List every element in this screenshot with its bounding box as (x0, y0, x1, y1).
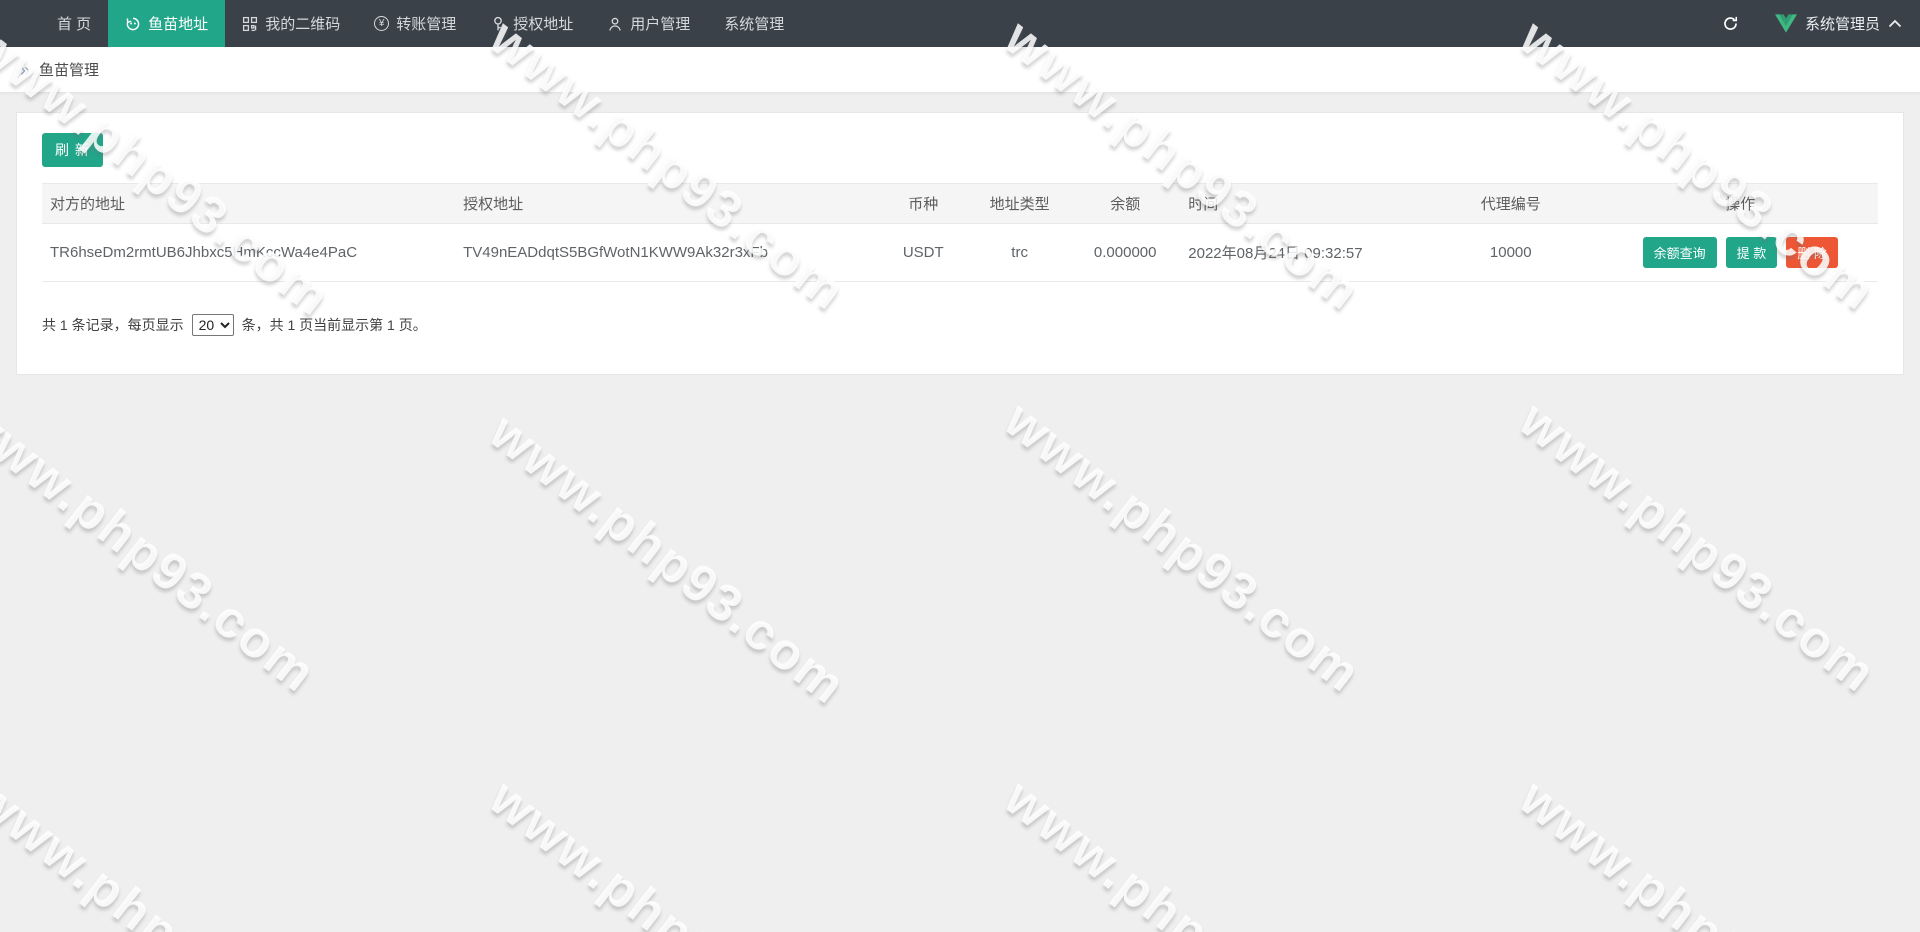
breadcrumb-arrow-icon: » (20, 61, 30, 79)
watermark: www.php93.com (0, 390, 327, 705)
withdraw-button[interactable]: 提 款 (1726, 237, 1778, 268)
user-name: 系统管理员 (1805, 13, 1880, 34)
content-card: 刷 新 对方的地址 授权地址 币种 地址类型 余额 时间 代理编号 操作 TR6… (16, 112, 1904, 375)
watermark: www.php93.com (993, 768, 1372, 932)
delete-button[interactable]: 删 除 (1786, 237, 1838, 268)
page-size-select[interactable]: 20 (192, 314, 234, 336)
watermark: www.php93.com (993, 390, 1372, 705)
col-header-agent-no: 代理编号 (1419, 184, 1603, 224)
col-header-actions: 操作 (1603, 184, 1878, 224)
user-menu[interactable]: 系统管理员 (1775, 13, 1902, 34)
watermark: www.php93.com (1508, 768, 1887, 932)
breadcrumb: » 鱼苗管理 (0, 47, 1920, 93)
qrcode-icon (242, 16, 258, 32)
watermark: www.php93.com (1508, 390, 1887, 705)
balance-query-button[interactable]: 余额查询 (1643, 237, 1717, 268)
col-header-time: 时间 (1180, 184, 1419, 224)
col-header-auth-address: 授权地址 (455, 184, 877, 224)
watermark: www.php93.com (478, 768, 857, 932)
cell-peer-address: TR6hseDm2rmtUB6Jhbxc5HmKccWa4e4PaC (42, 224, 455, 282)
row-actions: 余额查询 提 款 删 除 (1611, 237, 1870, 268)
refresh-icon[interactable] (1708, 0, 1753, 47)
nav-item-label: 用户管理 (630, 13, 690, 34)
refresh-button[interactable]: 刷 新 (42, 133, 103, 167)
nav-item-label: 鱼苗地址 (148, 13, 208, 34)
v-logo-icon (1775, 14, 1797, 33)
nav-item-home[interactable]: 首 页 (40, 0, 108, 47)
nav-item-fish-address[interactable]: 鱼苗地址 (108, 0, 225, 47)
pagination-prefix: 共 1 条记录，每页显示 (42, 315, 184, 335)
yen-icon: ¥ (374, 16, 389, 31)
cell-address-type: trc (969, 224, 1070, 282)
nav-item-label: 我的二维码 (265, 13, 340, 34)
nav-item-label: 首 页 (57, 13, 91, 34)
col-header-peer-address: 对方的地址 (42, 184, 455, 224)
cell-auth-address: TV49nEADdqtS5BGfWotN1KWW9Ak32r3xFb (455, 224, 877, 282)
address-table: 对方的地址 授权地址 币种 地址类型 余额 时间 代理编号 操作 TR6hseD… (42, 183, 1878, 282)
key-icon (490, 16, 506, 32)
nav-item-label: 授权地址 (513, 13, 573, 34)
nav-item-system-mgmt[interactable]: 系统管理 (707, 0, 801, 47)
cell-agent-no: 10000 (1419, 224, 1603, 282)
fish-address-icon (125, 16, 141, 32)
col-header-balance: 余额 (1070, 184, 1180, 224)
watermark: www.php93.com (478, 402, 857, 717)
cell-time: 2022年08月24日 09:32:57 (1180, 224, 1419, 282)
nav-right-area: 系统管理员 (1708, 0, 1920, 47)
col-header-currency: 币种 (877, 184, 969, 224)
pagination-suffix: 条，共 1 页当前显示第 1 页。 (242, 315, 427, 335)
table-header-row: 对方的地址 授权地址 币种 地址类型 余额 时间 代理编号 操作 (42, 184, 1878, 224)
user-icon (607, 16, 623, 32)
nav-item-auth-address[interactable]: 授权地址 (473, 0, 590, 47)
pagination: 共 1 条记录，每页显示 20 条，共 1 页当前显示第 1 页。 (42, 314, 1878, 336)
col-header-address-type: 地址类型 (969, 184, 1070, 224)
nav-item-my-qrcode[interactable]: 我的二维码 (225, 0, 357, 47)
nav-item-label: 系统管理 (724, 13, 784, 34)
cell-currency: USDT (877, 224, 969, 282)
nav-item-user-mgmt[interactable]: 用户管理 (590, 0, 707, 47)
chevron-up-icon (1888, 19, 1902, 28)
nav-item-transfer-mgmt[interactable]: ¥ 转账管理 (357, 0, 473, 47)
nav-item-label: 转账管理 (396, 13, 456, 34)
top-nav: 首 页 鱼苗地址 我的二维码 ¥ 转账管理 授权地址 (0, 0, 1920, 47)
watermark: www.php93.com (0, 768, 342, 932)
breadcrumb-label: 鱼苗管理 (39, 59, 99, 80)
cell-balance: 0.000000 (1070, 224, 1180, 282)
table-row: TR6hseDm2rmtUB6Jhbxc5HmKccWa4e4PaC TV49n… (42, 224, 1878, 282)
